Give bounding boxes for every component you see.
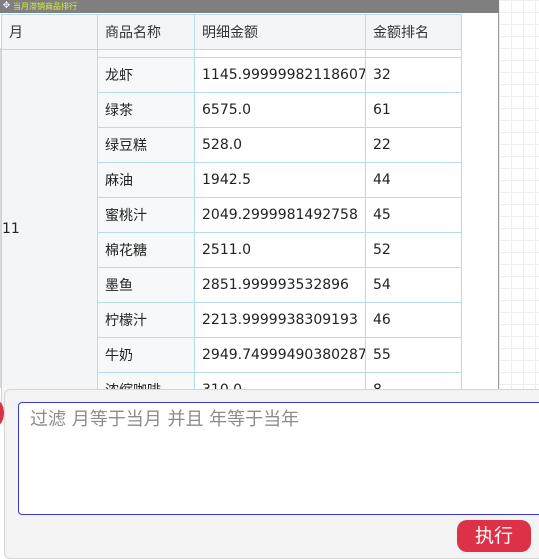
product-name-cell[interactable]: 绿茶 [97, 92, 195, 128]
rank-cell[interactable]: 46 [365, 302, 462, 338]
rank-cell[interactable]: 55 [365, 337, 462, 373]
amount-cell[interactable]: 2511.0 [194, 232, 366, 268]
rank-cell[interactable]: 61 [365, 92, 462, 128]
column-header-detail-amount[interactable]: 明细金额 [194, 14, 366, 50]
filter-input[interactable]: 过滤 月等于当月 并且 年等于当年 [18, 402, 539, 515]
amount-cell[interactable]: 2213.9999938309193 [194, 302, 366, 338]
table-header-row: 月 商品名称 明细金额 金额排名 [1, 14, 462, 50]
amount-cell[interactable]: 2851.999993532896 [194, 267, 366, 303]
rank-cell[interactable]: 32 [365, 57, 462, 93]
rank-cell[interactable]: 44 [365, 162, 462, 198]
product-name-cell[interactable]: 麻油 [97, 162, 195, 198]
rank-cell[interactable]: 54 [365, 267, 462, 303]
product-name-cell[interactable]: 牛奶 [97, 337, 195, 373]
product-name-cell[interactable]: 蜜桃汁 [97, 197, 195, 233]
product-name-cell[interactable]: 墨鱼 [97, 267, 195, 303]
move-icon[interactable]: ✥ [1, 1, 12, 12]
product-name-cell[interactable]: 龙虾 [97, 57, 195, 93]
amount-cell[interactable]: 528.0 [194, 127, 366, 163]
rank-cell[interactable]: 22 [365, 127, 462, 163]
amount-cell[interactable]: 1942.5 [194, 162, 366, 198]
rank-cell[interactable]: 52 [365, 232, 462, 268]
table-spacer-row: 11 [1, 49, 462, 408]
rank-cell[interactable]: 45 [365, 197, 462, 233]
execute-button[interactable]: 执行 [457, 520, 531, 552]
product-name-cell[interactable]: 棉花糖 [97, 232, 195, 268]
column-header-product-name[interactable]: 商品名称 [97, 14, 195, 50]
month-cell[interactable]: 11 [1, 49, 98, 408]
column-header-month[interactable]: 月 [1, 14, 98, 50]
amount-cell[interactable]: 6575.0 [194, 92, 366, 128]
column-header-amount-rank[interactable]: 金额排名 [365, 14, 462, 50]
product-name-cell[interactable]: 绿豆糕 [97, 127, 195, 163]
widget-title: 当月滞销商品排行 [13, 2, 77, 11]
data-table: 月 商品名称 明细金额 金额排名 11 龙虾 1145.999999821186… [1, 14, 462, 408]
amount-cell[interactable]: 2949.74999490380287 [194, 337, 366, 373]
product-name-cell[interactable]: 柠檬汁 [97, 302, 195, 338]
amount-cell[interactable]: 2049.2999981492758 [194, 197, 366, 233]
widget-title-bar[interactable]: ✥ 当月滞销商品排行 [0, 0, 499, 13]
amount-cell[interactable]: 1145.99999982118607 [194, 57, 366, 93]
